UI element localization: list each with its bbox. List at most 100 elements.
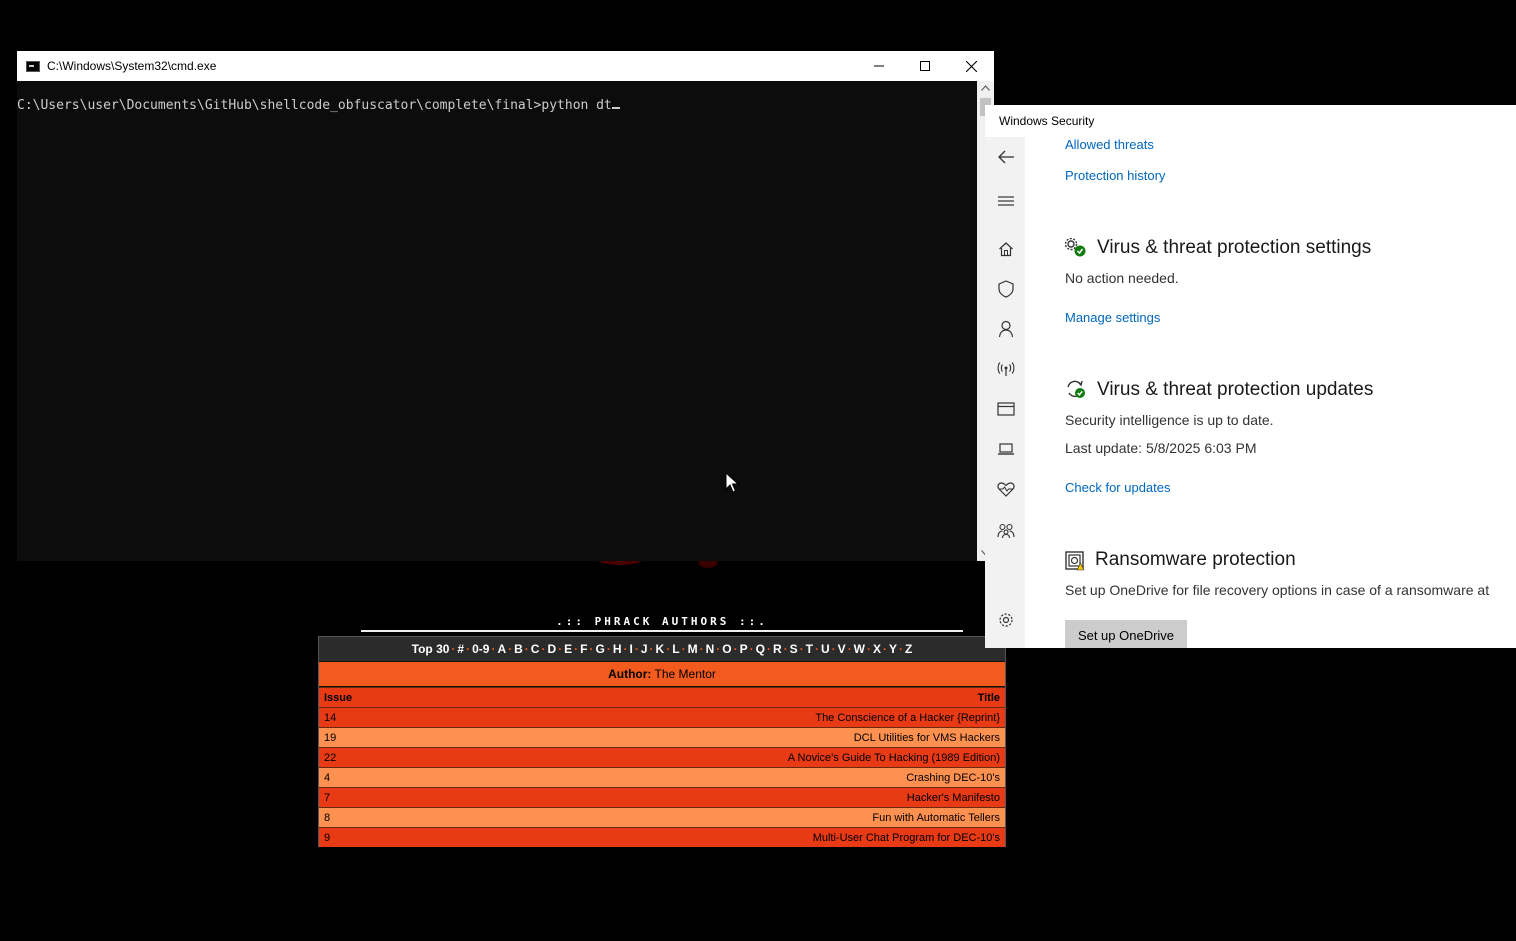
alpha-nav-link[interactable]: S xyxy=(790,642,798,656)
article-title-link[interactable]: Multi-User Chat Program for DEC-10's xyxy=(813,832,1000,844)
nav-separator: · xyxy=(866,642,871,656)
family-options-icon[interactable] xyxy=(996,521,1016,541)
alpha-nav-link[interactable]: E xyxy=(564,642,572,656)
nav-separator: · xyxy=(623,642,628,656)
nav-separator: · xyxy=(783,642,788,656)
maximize-button[interactable] xyxy=(902,51,948,81)
console-prompt-line[interactable]: C:\Users\user\Documents\GitHub\shellcode… xyxy=(17,98,620,113)
table-row[interactable]: 9 Multi-User Chat Program for DEC-10's xyxy=(319,827,1005,847)
nav-separator: · xyxy=(574,642,579,656)
table-row[interactable]: 14 The Conscience of a Hacker {Reprint} xyxy=(319,707,1005,727)
alpha-nav-link[interactable]: T xyxy=(806,642,813,656)
alpha-nav-link[interactable]: 0-9 xyxy=(472,642,489,656)
back-arrow-icon[interactable] xyxy=(996,147,1016,167)
alphabet-nav: Top 30 · # · 0-9 · A · B · C · D · E · F · G · H · I · J · K · L · M · N… xyxy=(319,637,1005,661)
alpha-nav-link[interactable]: # xyxy=(457,642,464,656)
issue-number[interactable]: 19 xyxy=(324,732,336,744)
alpha-nav-link[interactable]: F xyxy=(580,642,587,656)
allowed-threats-link[interactable]: Allowed threats xyxy=(1065,137,1154,152)
alpha-nav-link[interactable]: P xyxy=(740,642,748,656)
windows-security-window[interactable]: Windows Security Allowed threats Protect… xyxy=(985,105,1516,648)
text-cursor xyxy=(611,107,620,109)
device-security-laptop-icon[interactable] xyxy=(996,439,1016,459)
alpha-nav-link[interactable]: M xyxy=(688,642,698,656)
issue-number[interactable]: 9 xyxy=(324,832,330,844)
alpha-nav-link[interactable]: Q xyxy=(756,642,765,656)
alpha-nav-link[interactable]: K xyxy=(656,642,665,656)
article-title-link[interactable]: A Novice's Guide To Hacking (1989 Editio… xyxy=(788,752,1000,764)
nav-separator: · xyxy=(899,642,904,656)
nav-separator: · xyxy=(699,642,704,656)
nav-separator: · xyxy=(847,642,852,656)
alpha-nav-link[interactable]: W xyxy=(854,642,865,656)
nav-separator: · xyxy=(508,642,513,656)
alpha-nav-link[interactable]: L xyxy=(672,642,679,656)
check-for-updates-link[interactable]: Check for updates xyxy=(1065,480,1171,495)
set-up-onedrive-button[interactable]: Set up OneDrive xyxy=(1065,620,1187,648)
issue-number[interactable]: 7 xyxy=(324,792,330,804)
article-title-link[interactable]: Hacker's Manifesto xyxy=(907,792,1000,804)
alpha-nav-link[interactable]: C xyxy=(531,642,540,656)
alpha-nav-link[interactable]: Y xyxy=(889,642,897,656)
table-row[interactable]: 19 DCL Utilities for VMS Hackers xyxy=(319,727,1005,747)
nav-separator: · xyxy=(589,642,594,656)
shield-icon[interactable] xyxy=(996,279,1016,299)
scroll-up-arrow-icon[interactable] xyxy=(977,83,994,94)
table-row[interactable]: 7 Hacker's Manifesto xyxy=(319,787,1005,807)
issue-number[interactable]: 14 xyxy=(324,712,336,724)
manage-settings-link[interactable]: Manage settings xyxy=(1065,310,1160,325)
alpha-nav-link[interactable]: O xyxy=(722,642,731,656)
account-person-icon[interactable] xyxy=(996,319,1016,339)
alpha-nav-link[interactable]: B xyxy=(514,642,523,656)
table-row[interactable]: 22 A Novice's Guide To Hacking (1989 Edit… xyxy=(319,747,1005,767)
article-title-link[interactable]: DCL Utilities for VMS Hackers xyxy=(854,732,1000,744)
nav-separator: · xyxy=(831,642,836,656)
table-row[interactable]: 8 Fun with Automatic Tellers xyxy=(319,807,1005,827)
alpha-nav-link[interactable]: H xyxy=(613,642,622,656)
issue-number[interactable]: 8 xyxy=(324,812,330,824)
alpha-nav-link[interactable]: A xyxy=(497,642,506,656)
app-browser-control-icon[interactable] xyxy=(996,399,1016,419)
alpha-nav-link[interactable]: D xyxy=(547,642,556,656)
alpha-nav-link[interactable]: N xyxy=(706,642,715,656)
alpha-nav-link[interactable]: U xyxy=(821,642,830,656)
alpha-nav-link[interactable]: R xyxy=(773,642,782,656)
hamburger-menu-icon[interactable] xyxy=(996,191,1016,211)
console-input[interactable]: python dt xyxy=(541,98,611,113)
protection-history-link[interactable]: Protection history xyxy=(1065,168,1165,183)
alpha-nav-link[interactable]: G xyxy=(596,642,605,656)
mouse-pointer-icon xyxy=(725,472,739,493)
issue-number[interactable]: 4 xyxy=(324,772,330,784)
article-title-link[interactable]: Crashing DEC-10's xyxy=(906,772,1000,784)
nav-separator: · xyxy=(491,642,496,656)
article-title-link[interactable]: The Conscience of a Hacker {Reprint} xyxy=(815,712,1000,724)
nav-separator: · xyxy=(883,642,887,656)
alpha-nav-link[interactable]: Top 30 xyxy=(412,642,450,656)
cmd-window[interactable]: C:\Windows\System32\cmd.exe C:\Users\use… xyxy=(17,51,994,561)
settings-gear-icon[interactable] xyxy=(996,610,1016,630)
firewall-network-icon[interactable] xyxy=(996,359,1016,379)
alpha-nav-link[interactable]: I xyxy=(630,642,633,656)
console-output[interactable]: C:\Users\user\Documents\GitHub\shellcode… xyxy=(17,81,977,561)
home-icon[interactable] xyxy=(996,239,1016,259)
minimize-button[interactable] xyxy=(856,51,902,81)
alpha-nav-link[interactable]: J xyxy=(641,642,648,656)
nav-separator: · xyxy=(766,642,771,656)
last-update-text: Last update: 5/8/2025 6:03 PM xyxy=(1065,440,1257,456)
cmd-titlebar[interactable]: C:\Windows\System32\cmd.exe xyxy=(17,51,994,81)
table-row[interactable]: 4 Crashing DEC-10's xyxy=(319,767,1005,787)
nav-separator: · xyxy=(541,642,546,656)
close-button[interactable] xyxy=(948,51,994,81)
nav-separator: · xyxy=(634,642,639,656)
settings-section-heading: Virus & threat protection settings xyxy=(1097,237,1372,258)
alpha-nav-link[interactable]: X xyxy=(873,642,881,656)
article-title-link[interactable]: Fun with Automatic Tellers xyxy=(872,812,1000,824)
console-prompt: C:\Users\user\Documents\GitHub\shellcode… xyxy=(17,98,542,113)
issue-number[interactable]: 22 xyxy=(324,752,336,764)
alpha-nav-link[interactable]: V xyxy=(838,642,846,656)
cmd-app-icon[interactable] xyxy=(26,60,40,72)
device-health-heart-icon[interactable] xyxy=(996,479,1016,499)
minimize-icon xyxy=(874,65,884,67)
alpha-nav-link[interactable]: Z xyxy=(905,642,912,656)
nav-separator: · xyxy=(666,642,671,656)
